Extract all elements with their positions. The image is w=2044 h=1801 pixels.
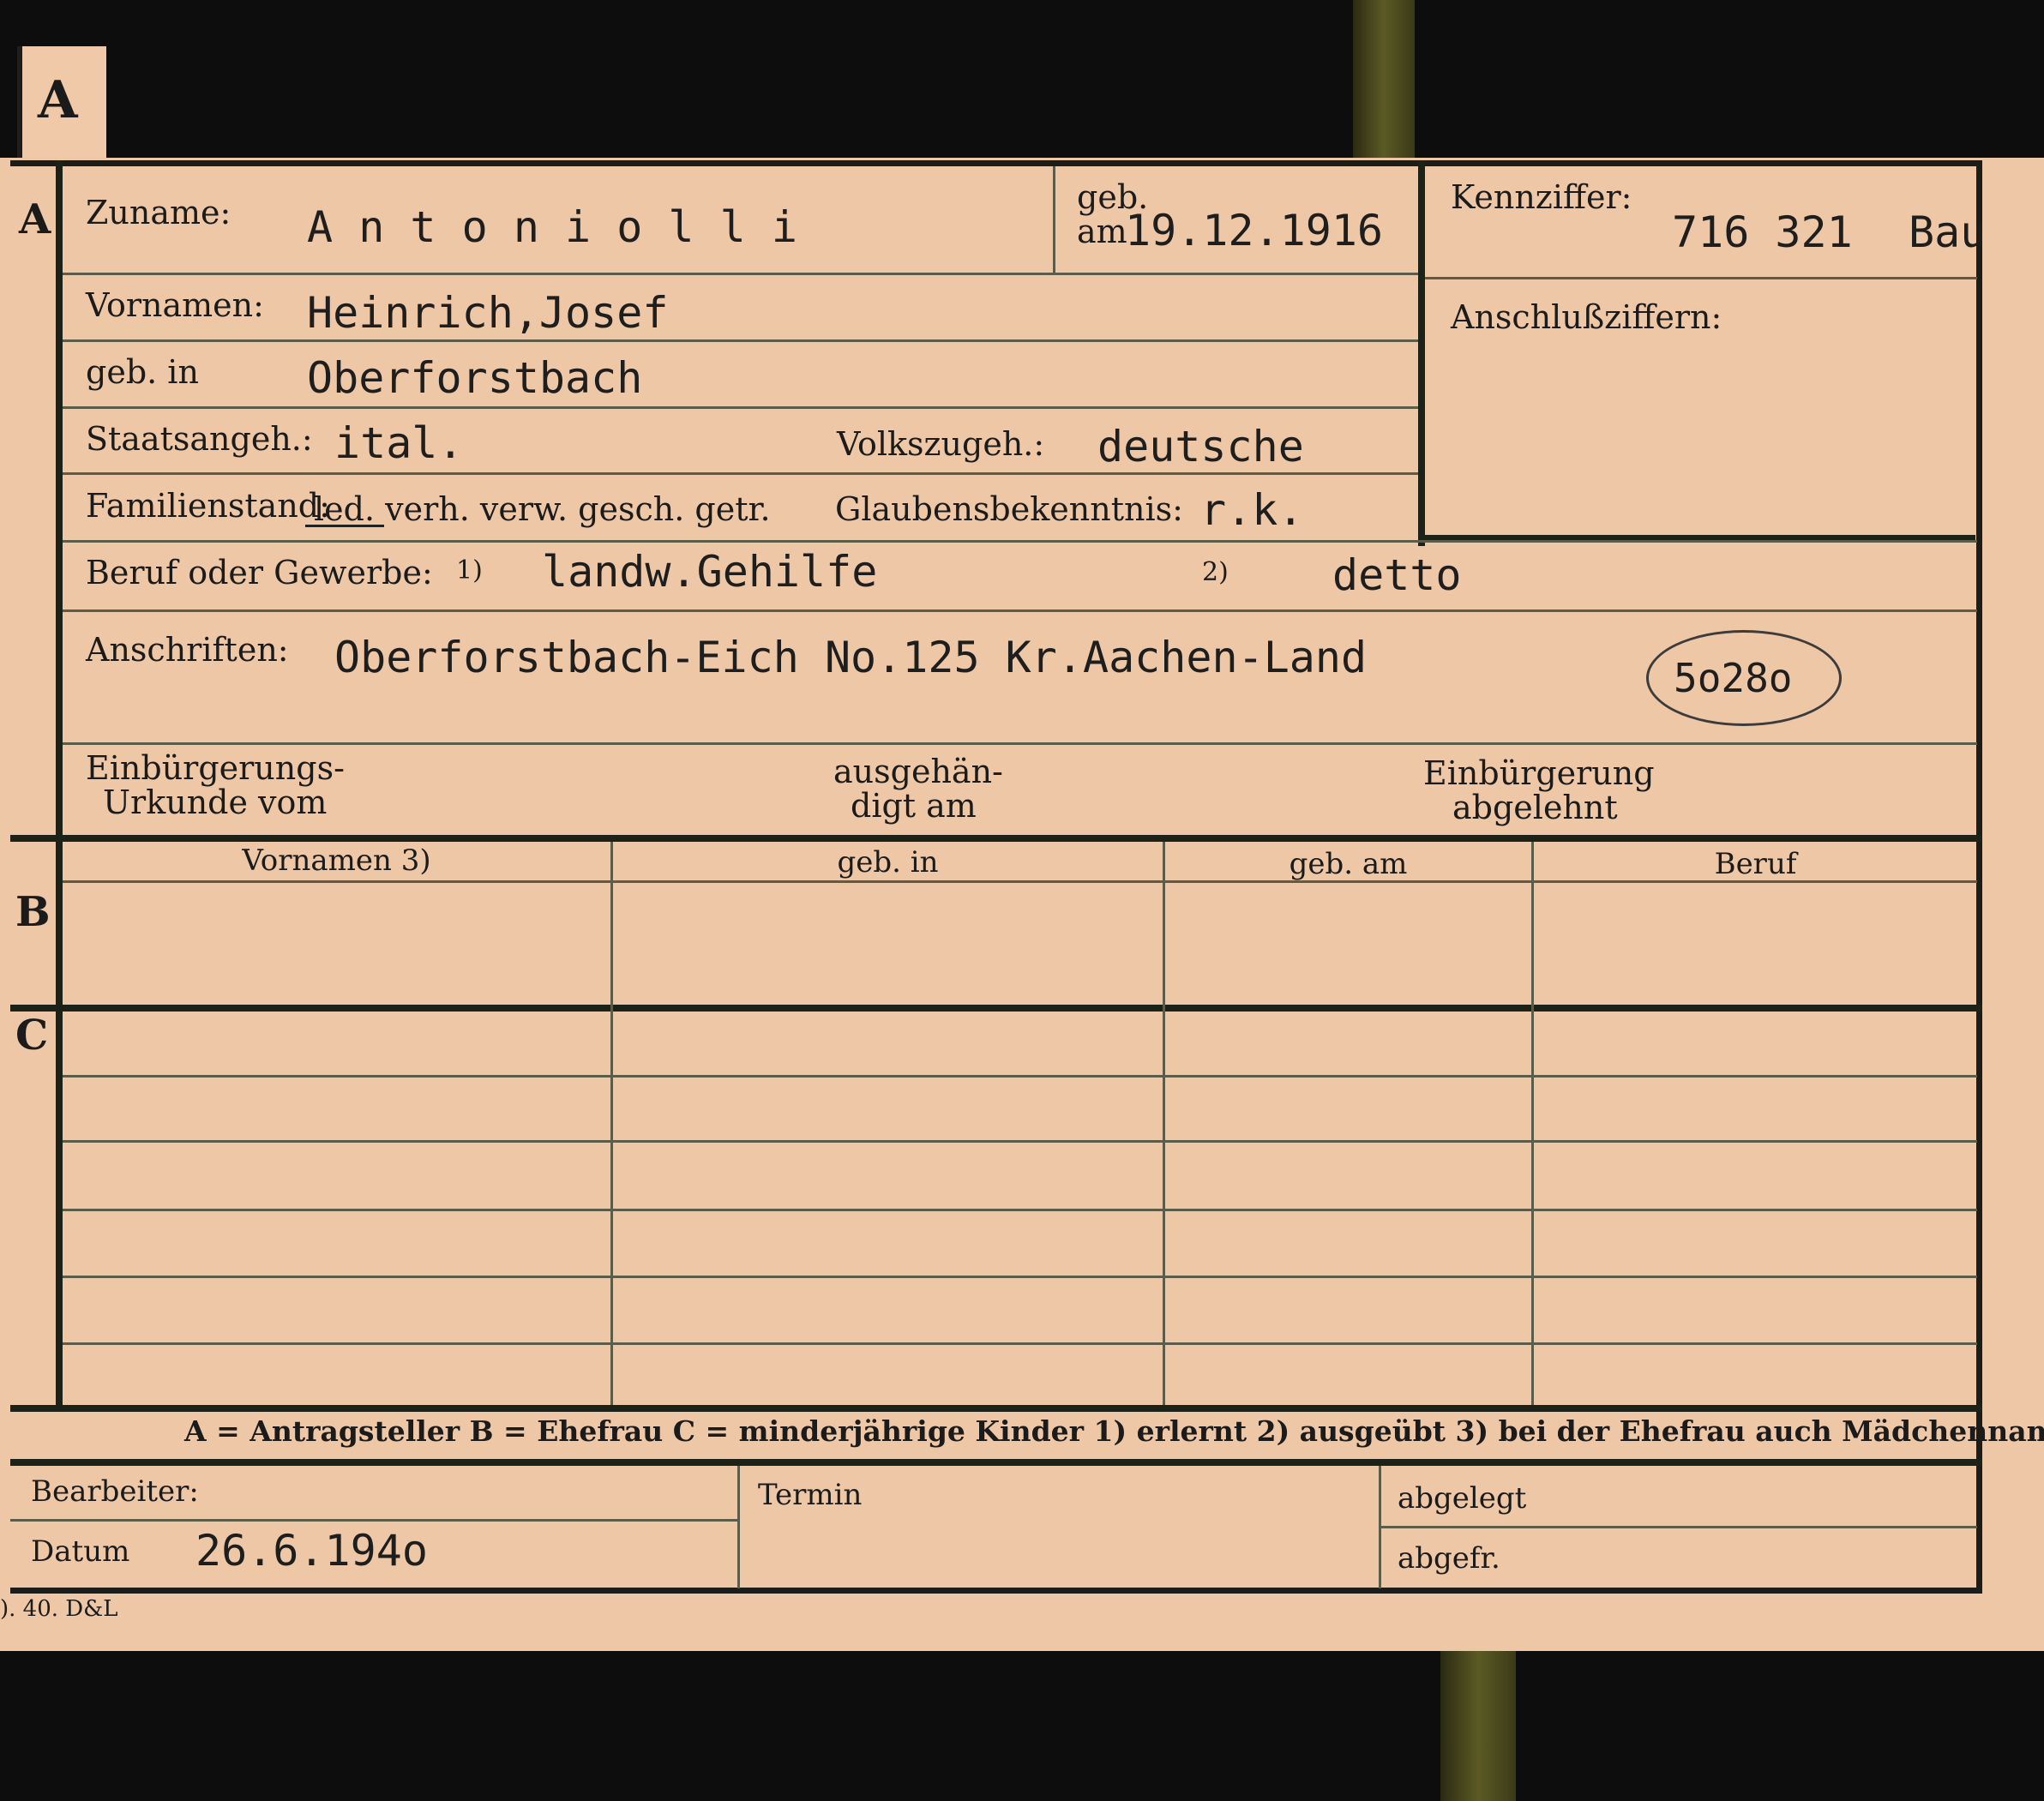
familienstand-options: led. verh. verw. gesch. getr. (314, 490, 771, 528)
table-header-beruf: Beruf (1714, 847, 1797, 881)
print-code: ). 40. D&L (0, 1596, 118, 1622)
row-line (63, 609, 1977, 612)
film-stripe-top (1353, 0, 1415, 158)
circled-number: 5o28o (1674, 655, 1793, 701)
bearbeiter-label: Bearbeiter: (31, 1474, 199, 1509)
film-stripe-bottom (1440, 1651, 1516, 1801)
legend: A = Antragsteller B = Ehefrau C = minder… (184, 1414, 2044, 1448)
abgefr-label: abgefr. (1398, 1541, 1500, 1576)
table-col-divider (1163, 842, 1165, 1405)
beruf-2-mark: 2) (1202, 557, 1229, 587)
datum-label: Datum (31, 1534, 130, 1569)
zuname-value: A n t o n i o l l i (307, 202, 797, 252)
section-b-marker: B (15, 888, 51, 936)
einbuergerung-abgelehnt-2: abgelehnt (1452, 789, 1618, 826)
section-b-top (10, 835, 1982, 842)
familienstand-underline (305, 525, 384, 527)
anschriften-value: Oberforstbach-Eich No.125 Kr.Aachen-Land (334, 633, 1368, 682)
kennziffer-box-left (1418, 160, 1425, 546)
beruf-label: Beruf oder Gewerbe: (86, 554, 433, 591)
ausgehaendigt-label-2: digt am (851, 787, 977, 825)
kennziffer-value: 716 321 (1672, 207, 1853, 257)
footer-mid-line (10, 1519, 737, 1522)
staatsangeh-value: ital. (334, 418, 464, 468)
section-a-marker: A (19, 195, 51, 243)
kennziffer-suffix: Bau (1909, 207, 1987, 257)
einbuergerung-abgelehnt-1: Einbürgerung (1423, 754, 1655, 792)
row-line (63, 540, 1977, 543)
table-header-geb-am: geb. am (1289, 847, 1408, 881)
section-column-divider (56, 160, 63, 1405)
row-line (63, 742, 1977, 745)
glaubensbekenntnis-value: r.k. (1200, 485, 1304, 535)
volkszugeh-label: Volkszugeh.: (837, 425, 1045, 463)
table-col-divider (1531, 842, 1534, 1405)
row-line (63, 273, 1418, 275)
familienstand-label: Familienstand: (86, 487, 330, 525)
geb-am-divider (1053, 166, 1055, 273)
geb-am-value: 19.12.1916 (1125, 206, 1384, 255)
row-line (63, 1075, 1977, 1078)
footer-mid-line (1380, 1526, 1977, 1528)
anschriften-label: Anschriften: (86, 631, 289, 669)
footer-top (10, 1459, 1982, 1466)
row-line (63, 1342, 1977, 1345)
glaubensbekenntnis-label: Glaubensbekenntnis: (835, 490, 1183, 528)
geb-in-value: Oberforstbach (307, 353, 643, 403)
footer-col-divider (737, 1466, 740, 1588)
row-line (63, 1140, 1977, 1143)
table-header-vornamen: Vornamen 3) (242, 843, 431, 878)
beruf-1-value: landw.Gehilfe (542, 547, 878, 597)
section-c-top (10, 1005, 1982, 1012)
staatsangeh-label: Staatsangeh.: (86, 420, 313, 458)
kennziffer-label: Kennziffer: (1451, 178, 1632, 216)
footer-col-divider (1379, 1466, 1381, 1588)
beruf-2-value: detto (1332, 550, 1462, 600)
row-line (63, 472, 1418, 475)
volkszugeh-value: deutsche (1097, 422, 1304, 471)
zuname-label: Zuname: (86, 194, 231, 231)
vornamen-label: Vornamen: (86, 286, 264, 324)
index-tab: A (17, 46, 106, 166)
row-line (63, 339, 1418, 342)
section-c-marker: C (15, 1012, 49, 1060)
kennziffer-divider (1425, 277, 1977, 279)
row-line (63, 406, 1418, 409)
anschlussziffern-label: Anschlußziffern: (1451, 298, 1722, 336)
table-col-divider (610, 842, 613, 1405)
legend-top (10, 1405, 1982, 1412)
geb-in-label: geb. in (86, 353, 199, 391)
abgelegt-label: abgelegt (1398, 1481, 1527, 1516)
table-header-geb-in: geb. in (837, 845, 939, 879)
row-line (63, 1209, 1977, 1211)
einbuergerung-label-1: Einbürgerungs- (86, 749, 345, 787)
beruf-1-mark: 1) (456, 555, 483, 585)
vornamen-value: Heinrich,Josef (307, 288, 669, 338)
termin-label: Termin (758, 1478, 863, 1512)
ausgehaendigt-label-1: ausgehän- (833, 753, 1003, 790)
geb-am-label-2: am (1077, 213, 1127, 250)
datum-value: 26.6.194o (195, 1526, 428, 1576)
einbuergerung-label-2: Urkunde vom (103, 783, 328, 821)
row-line (63, 1276, 1977, 1278)
index-tab-letter: A (38, 70, 78, 130)
